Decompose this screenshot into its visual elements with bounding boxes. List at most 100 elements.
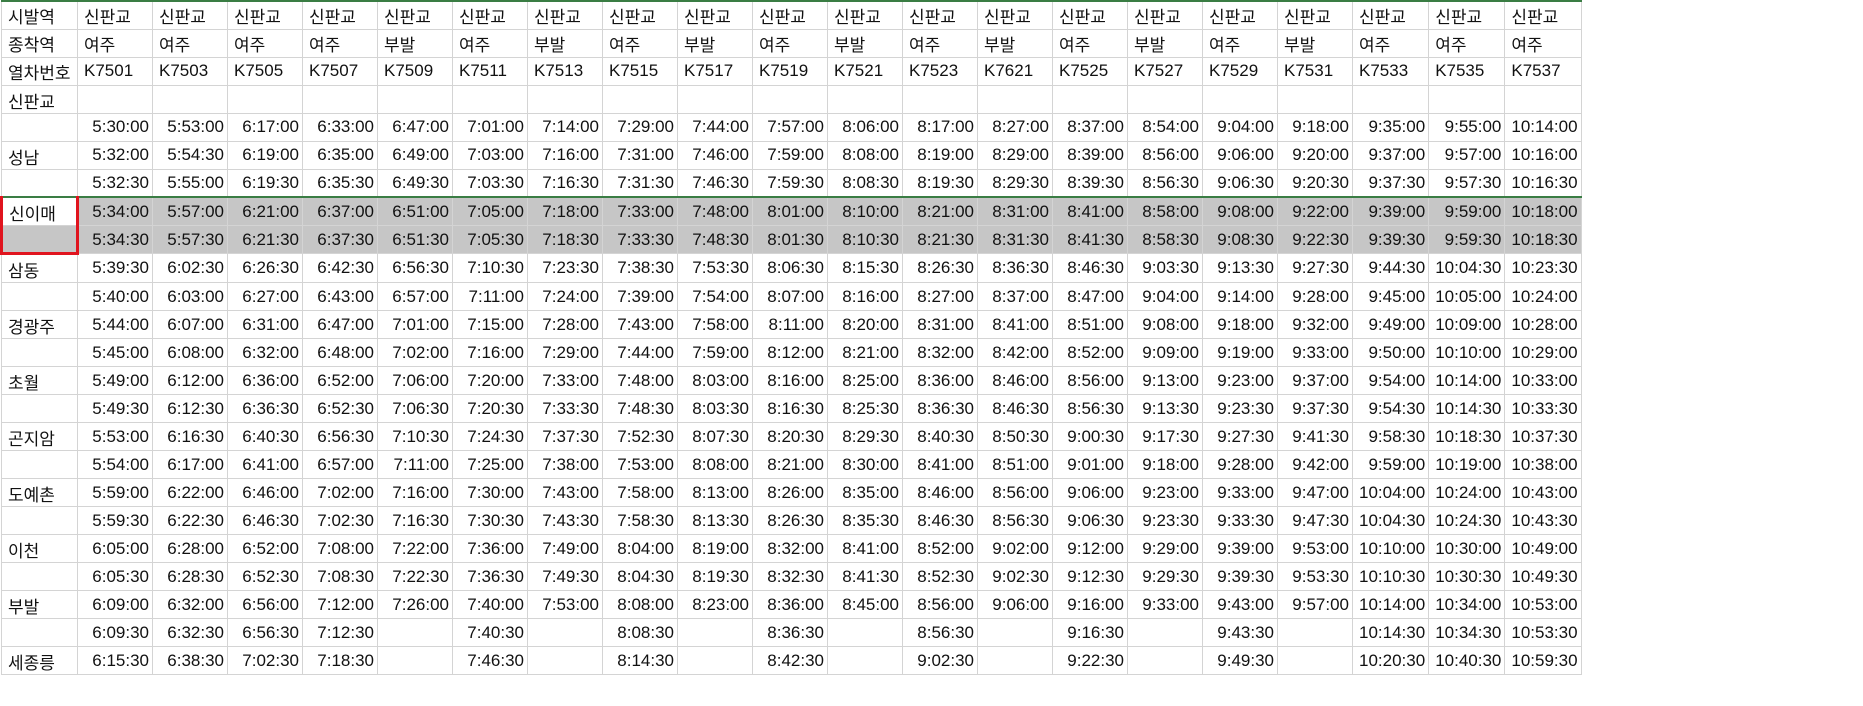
header-cell[interactable]: 여주 <box>1428 28 1506 58</box>
time-cell[interactable]: 7:24:00 <box>527 282 603 311</box>
time-cell[interactable]: 5:54:00 <box>77 450 153 479</box>
time-cell[interactable]: 10:04:30 <box>1428 253 1506 283</box>
time-cell[interactable]: 8:51:00 <box>977 450 1053 479</box>
time-cell[interactable]: 6:49:30 <box>377 168 453 198</box>
time-cell[interactable]: 10:16:30 <box>1504 168 1582 198</box>
time-cell[interactable]: 6:56:30 <box>377 253 453 283</box>
time-cell[interactable]: 7:38:30 <box>602 253 678 283</box>
time-cell[interactable]: 9:59:00 <box>1351 450 1430 479</box>
time-cell[interactable]: 9:20:30 <box>1277 168 1353 198</box>
header-cell[interactable]: 신판교 <box>227 0 303 30</box>
header-cell[interactable]: K7519 <box>752 56 828 86</box>
time-cell[interactable]: 5:57:30 <box>152 225 228 254</box>
time-cell[interactable] <box>677 84 753 114</box>
time-cell[interactable]: 9:14:00 <box>1202 282 1278 311</box>
time-cell[interactable]: 7:58:00 <box>602 478 678 507</box>
time-cell[interactable]: 7:02:30 <box>227 646 303 675</box>
time-cell[interactable] <box>677 646 753 675</box>
time-cell[interactable]: 9:06:00 <box>977 590 1053 619</box>
time-cell[interactable]: 10:24:00 <box>1504 282 1582 311</box>
time-cell[interactable]: 10:23:30 <box>1504 253 1582 283</box>
time-cell[interactable]: 8:10:00 <box>827 196 903 226</box>
time-cell[interactable]: 5:53:00 <box>152 112 228 142</box>
time-cell[interactable]: 7:16:00 <box>377 478 453 507</box>
station-blank-cell[interactable] <box>1 282 78 311</box>
time-cell[interactable]: 9:18:00 <box>1277 112 1353 142</box>
time-cell[interactable]: 8:41:30 <box>1052 225 1128 254</box>
time-cell[interactable]: 9:27:30 <box>1277 253 1353 283</box>
time-cell[interactable]: 10:14:00 <box>1504 112 1582 142</box>
time-cell[interactable]: 7:36:00 <box>452 534 528 563</box>
time-cell[interactable]: 7:18:00 <box>527 196 603 226</box>
header-cell[interactable]: K7621 <box>977 56 1053 86</box>
time-cell[interactable]: 8:36:00 <box>752 590 828 619</box>
header-cell[interactable]: K7527 <box>1127 56 1203 86</box>
time-cell[interactable]: 8:56:00 <box>1127 140 1203 170</box>
time-cell[interactable]: 6:09:30 <box>77 618 153 647</box>
time-cell[interactable]: 9:13:00 <box>1127 366 1203 395</box>
time-cell[interactable]: 7:20:00 <box>452 366 528 395</box>
time-cell[interactable]: 10:10:00 <box>1351 534 1430 563</box>
time-cell[interactable]: 8:14:30 <box>602 646 678 675</box>
time-cell[interactable]: 10:18:30 <box>1428 422 1506 451</box>
time-cell[interactable]: 9:44:30 <box>1351 253 1430 283</box>
time-cell[interactable]: 10:14:00 <box>1428 366 1506 395</box>
header-cell[interactable]: K7509 <box>377 56 453 86</box>
time-cell[interactable]: 8:56:00 <box>902 590 978 619</box>
time-cell[interactable]: 10:04:00 <box>1351 478 1430 507</box>
time-cell[interactable]: 5:44:00 <box>77 310 153 339</box>
time-cell[interactable]: 8:29:00 <box>977 140 1053 170</box>
time-cell[interactable]: 8:06:00 <box>827 112 903 142</box>
time-cell[interactable]: 7:33:30 <box>527 394 603 423</box>
time-cell[interactable]: 9:08:00 <box>1202 196 1278 226</box>
row-header-cell[interactable]: 시발역 <box>1 0 78 30</box>
time-cell[interactable]: 8:41:00 <box>902 450 978 479</box>
time-cell[interactable]: 8:31:00 <box>902 310 978 339</box>
time-cell[interactable]: 7:16:30 <box>377 506 453 535</box>
header-cell[interactable]: 신판교 <box>677 0 753 30</box>
time-cell[interactable]: 8:45:00 <box>827 590 903 619</box>
time-cell[interactable]: 6:47:00 <box>302 310 378 339</box>
time-cell[interactable]: 7:28:00 <box>527 310 603 339</box>
time-cell[interactable] <box>1127 84 1203 114</box>
time-cell[interactable]: 9:43:00 <box>1202 590 1278 619</box>
station-blank-cell[interactable] <box>0 225 79 255</box>
time-cell[interactable]: 9:32:00 <box>1277 310 1353 339</box>
time-cell[interactable]: 10:34:30 <box>1428 618 1506 647</box>
time-cell[interactable]: 10:37:30 <box>1504 422 1582 451</box>
time-cell[interactable]: 7:53:00 <box>527 590 603 619</box>
time-cell[interactable]: 6:52:30 <box>227 562 303 591</box>
time-cell[interactable]: 7:31:00 <box>602 140 678 170</box>
time-cell[interactable]: 10:14:00 <box>1351 590 1430 619</box>
station-blank-cell[interactable] <box>1 394 78 423</box>
time-cell[interactable]: 7:48:30 <box>677 225 753 254</box>
time-cell[interactable]: 6:21:30 <box>227 225 303 254</box>
station-name-cell[interactable]: 신판교 <box>1 84 78 114</box>
time-cell[interactable]: 10:53:00 <box>1504 590 1582 619</box>
time-cell[interactable]: 5:54:30 <box>152 140 228 170</box>
time-cell[interactable] <box>977 646 1053 675</box>
time-cell[interactable]: 10:18:30 <box>1504 225 1582 254</box>
time-cell[interactable]: 6:28:30 <box>152 562 228 591</box>
time-cell[interactable]: 5:57:00 <box>152 196 228 226</box>
time-cell[interactable]: 8:46:30 <box>977 394 1053 423</box>
time-cell[interactable]: 8:01:00 <box>752 196 828 226</box>
time-cell[interactable]: 7:39:00 <box>602 282 678 311</box>
time-cell[interactable]: 8:23:00 <box>677 590 753 619</box>
time-cell[interactable]: 10:05:00 <box>1428 282 1506 311</box>
time-cell[interactable]: 8:04:00 <box>602 534 678 563</box>
time-cell[interactable]: 9:33:30 <box>1202 506 1278 535</box>
time-cell[interactable]: 8:39:00 <box>1052 140 1128 170</box>
time-cell[interactable]: 7:22:00 <box>377 534 453 563</box>
time-cell[interactable]: 8:08:00 <box>827 140 903 170</box>
time-cell[interactable]: 9:54:30 <box>1351 394 1430 423</box>
time-cell[interactable]: 8:50:30 <box>977 422 1053 451</box>
time-cell[interactable] <box>977 84 1053 114</box>
time-cell[interactable]: 10:30:00 <box>1428 534 1506 563</box>
time-cell[interactable]: 6:02:30 <box>152 253 228 283</box>
time-cell[interactable]: 7:01:00 <box>377 310 453 339</box>
time-cell[interactable]: 6:57:00 <box>377 282 453 311</box>
time-cell[interactable]: 7:11:00 <box>377 450 453 479</box>
time-cell[interactable]: 7:49:00 <box>527 534 603 563</box>
time-cell[interactable]: 9:47:30 <box>1277 506 1353 535</box>
